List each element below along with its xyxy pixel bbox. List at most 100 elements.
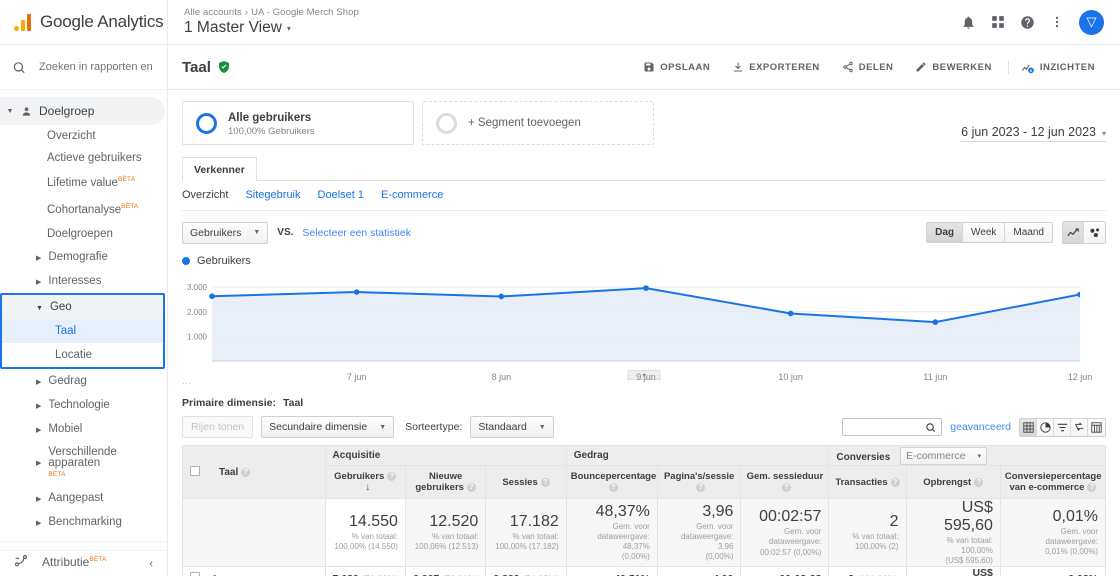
sidebar-item-actieve-gebruikers[interactable]: Actieve gebruikers [0,147,167,169]
view-name[interactable]: 1 Master View ▾ [184,19,359,37]
column-opbrengst[interactable]: Opbrengst? [905,465,1001,499]
help-icon[interactable]: ? [241,467,251,477]
sort-arrow-icon[interactable]: ↓ [365,482,370,493]
row-dimension-cell[interactable]: 1.en-us [205,565,326,576]
group-header-label: Conversies [836,451,891,463]
pivot-view-icon[interactable] [1088,418,1105,436]
dimension-header[interactable]: Taal? [205,445,326,499]
column-nieuwe-gebruikers[interactable]: Nieuwe gebruikers? [404,465,487,499]
sidebar-item-lifetime-value[interactable]: Lifetime valueBÈTA [0,169,167,194]
tab-verkenner[interactable]: Verkenner [182,157,257,181]
sidebar-item-geo[interactable]: ▼ Geo [2,294,163,319]
search-input[interactable] [37,60,155,74]
sidebar-item-aangepast[interactable]: ▶ Aangepast [0,486,167,510]
granularity-dag[interactable]: Dag [927,223,964,242]
help-icon[interactable]: ? [781,483,791,492]
sidebar-item-benchmarking[interactable]: ▶ Benchmarking [0,510,167,534]
sidebar-item-cohortanalyse[interactable]: CohortanalyseBÈTA [0,194,167,221]
granularity-week[interactable]: Week [963,223,1006,242]
help-icon[interactable]: ? [466,483,476,492]
tab-doelset-1[interactable]: Doelset 1 [318,189,364,201]
bell-icon[interactable] [961,15,976,30]
segment-all-users[interactable]: Alle gebruikers 100,00% Gebruikers [182,101,414,145]
select-metric-link[interactable]: Selecteer een statistiek [302,227,411,239]
pie-view-icon[interactable] [1037,418,1054,436]
breadcrumb-account[interactable]: UA - Google Merch Shop [251,7,359,18]
sort-type-select[interactable]: Standaard ▼ [470,416,554,438]
sidebar-item-doelgroepen[interactable]: Doelgroepen [0,221,167,245]
line-chart-icon[interactable] [1063,222,1084,243]
export-button[interactable]: EXPORTEREN [721,61,830,73]
sidebar-item-locatie[interactable]: Locatie [2,343,163,367]
column-conversiepercentage[interactable]: Conversiepercentage van e-commerce? [999,465,1107,499]
metric-select-label: Gebruikers [190,226,242,239]
help-icon[interactable]: ? [974,477,984,487]
sidebar-item-overzicht[interactable]: Overzicht [0,125,167,147]
sidebar-search[interactable] [0,45,167,90]
secondary-dimension-select[interactable]: Secundaire dimensie ▼ [261,416,395,438]
tab-ecommerce[interactable]: E-commerce [381,189,443,201]
avatar[interactable]: ▽ [1079,9,1104,35]
table-row[interactable]: 1.en-us7.689(52,80%)6.267(50,06%)9.339(5… [182,565,1107,576]
primary-dimension-value[interactable]: Taal [283,397,303,409]
sidebar-item-gedrag[interactable]: ▶ Gedrag [0,369,167,393]
breadcrumb-all-accounts[interactable]: Alle accounts [184,7,242,18]
account-selector[interactable]: Alle accounts › UA - Google Merch Shop 1 M… [168,7,359,37]
more-icon[interactable] [1050,15,1064,29]
add-segment-button[interactable]: + Segment toevoegen [422,101,654,145]
row-index: 1. [212,573,229,576]
share-button[interactable]: DELEN [831,61,905,73]
help-icon[interactable]: ? [540,477,550,487]
help-icon[interactable]: ? [608,483,618,492]
row-dimension-value[interactable]: en-us [229,573,255,576]
help-icon[interactable]: ? [1087,483,1097,492]
edit-button[interactable]: BEWERKEN [904,61,1002,73]
metric-select[interactable]: Gebruikers ▼ [182,221,269,244]
insights-button[interactable]: 0 INZICHTEN [1007,60,1106,74]
sidebar-item-taal[interactable]: Taal [2,318,163,343]
save-button[interactable]: OPSLAAN [632,61,721,73]
comparison-view-icon[interactable] [1071,418,1088,436]
tab-overzicht[interactable]: Overzicht [182,189,228,201]
table-search-input[interactable] [847,420,926,434]
performance-view-icon[interactable] [1054,418,1071,436]
summary-cell: 17.182% van totaal: 100,00% (17.182) [485,498,567,567]
conversions-select[interactable]: E-commerce ▾ [900,446,988,465]
column-sessies[interactable]: Sessies? [485,465,567,499]
help-icon[interactable]: ? [696,483,706,492]
date-range-picker[interactable]: 6 jun 2023 - 12 jun 2023 ▾ [961,101,1106,145]
sidebar-item-verschillende-apparaten[interactable]: ▶ Verschillende apparaten BÈTA [0,441,167,486]
help-icon[interactable]: ? [387,472,397,481]
column-gebruikers[interactable]: Gebruikers ? ↓ [324,465,406,499]
show-rows-button: Rijen tonen [182,416,254,438]
collapse-sidebar-button[interactable]: ‹ [0,550,167,576]
motion-chart-icon[interactable] [1084,222,1105,243]
apps-icon[interactable] [991,15,1005,29]
table-view-icon[interactable] [1020,418,1037,436]
select-all-checkbox[interactable] [190,465,200,476]
summary-value: 12.520 [429,512,479,530]
table-search-input-wrap[interactable] [842,418,943,436]
svg-text:2.000: 2.000 [187,308,208,317]
sidebar-item-technologie[interactable]: ▶ Technologie [0,393,167,417]
ga-logo[interactable]: Google Analytics [0,0,168,45]
cell-value: 9.339 [493,573,519,576]
column-paginas-sessie[interactable]: Pagina's/sessie? [656,465,742,499]
cell-value: 7.689 [333,573,359,576]
row-checkbox-cell[interactable] [182,565,205,576]
advanced-filter-link[interactable]: geavanceerd [950,421,1011,433]
sidebar-item-mobiel[interactable]: ▶ Mobiel [0,417,167,441]
sidebar-item-interesses[interactable]: ▶ Interesses [0,269,167,293]
sidebar-item-doelgroep[interactable]: ▼ Doelgroep [0,97,165,125]
granularity-maand[interactable]: Maand [1005,223,1052,242]
column-gem-sessieduur[interactable]: Gem. sessieduur? [740,465,830,499]
users-line-chart[interactable]: 1.000 2.000 3.000 ▾ [182,275,1106,380]
row-checkbox[interactable] [190,572,200,576]
column-bouncepercentage[interactable]: Bouncepercentage? [565,465,658,499]
chart-legend: Gebruikers [182,250,1106,269]
help-icon[interactable]: ? [890,477,900,487]
sidebar-item-demografie[interactable]: ▶ Demografie [0,245,167,269]
tab-sitegebruik[interactable]: Sitegebruik [245,189,300,201]
help-icon[interactable] [1020,15,1035,30]
column-transacties[interactable]: Transacties? [828,465,907,499]
